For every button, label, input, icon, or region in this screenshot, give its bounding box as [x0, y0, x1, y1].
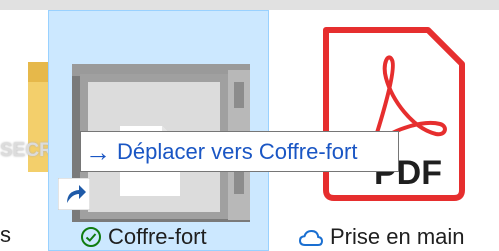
- top-strip: [0, 0, 499, 10]
- arrow-right-icon: →: [85, 136, 111, 167]
- move-to-tooltip: → Déplacer vers Coffre-fort: [80, 131, 399, 172]
- file-name-partial[interactable]: s: [0, 222, 11, 248]
- coffre-fort-name[interactable]: Coffre-fort: [108, 224, 207, 250]
- prise-en-main-name[interactable]: Prise en main: [330, 224, 465, 250]
- cloud-icon: [298, 229, 324, 246]
- tooltip-text: Déplacer vers Coffre-fort: [117, 138, 358, 164]
- synced-check-icon: [81, 227, 101, 247]
- shortcut-arrow-icon: [58, 178, 90, 210]
- pdf-file-icon[interactable]: PDF: [316, 24, 468, 204]
